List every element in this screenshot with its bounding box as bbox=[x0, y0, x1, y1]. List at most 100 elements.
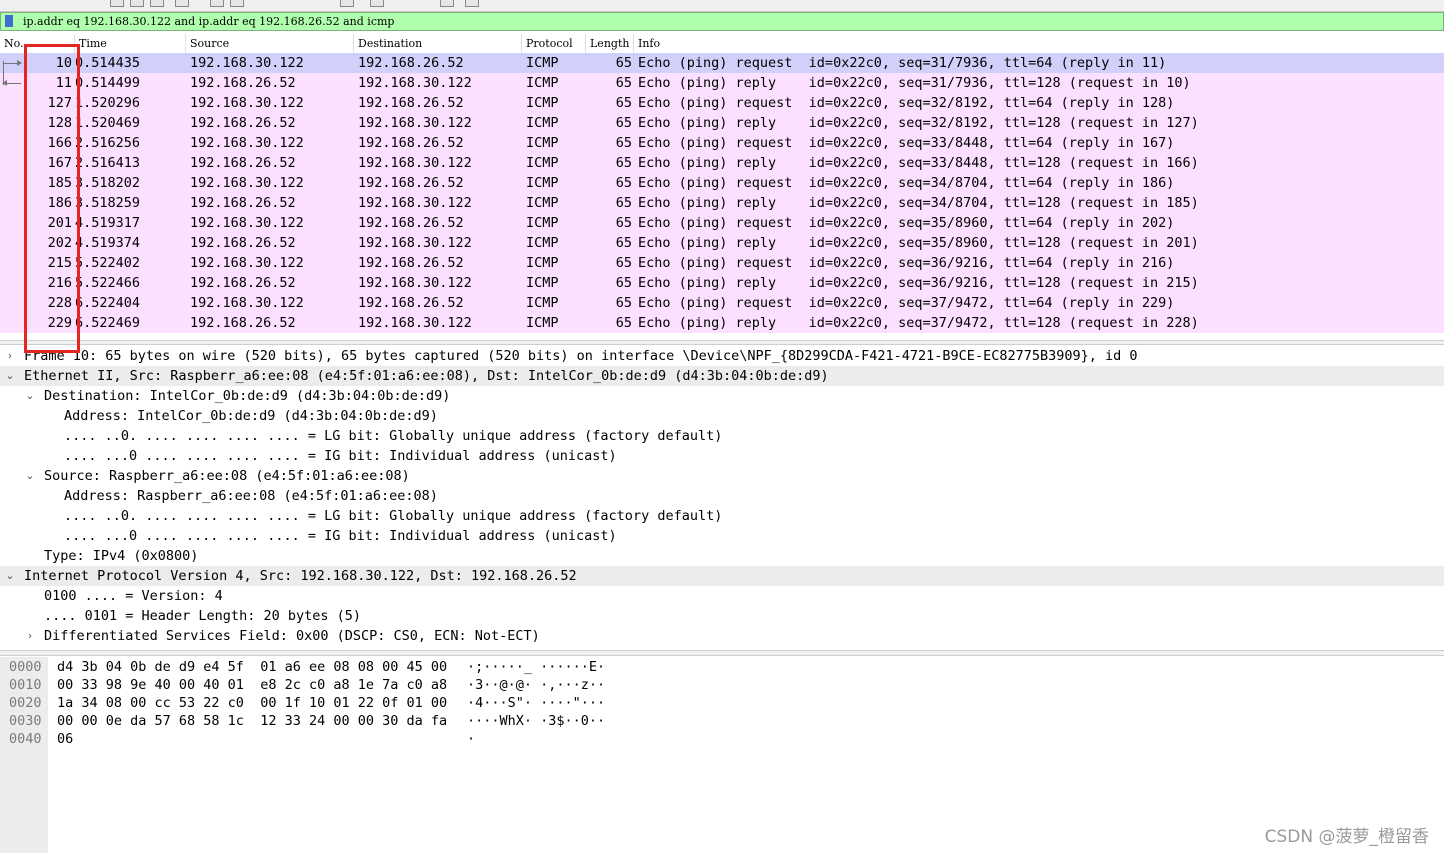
cell-length: 65 bbox=[615, 215, 632, 231]
bookmark-icon[interactable] bbox=[5, 15, 13, 27]
cell-time: 2.516256 bbox=[75, 135, 141, 151]
cell-info: Echo (ping) request id=0x22c0, seq=34/87… bbox=[638, 175, 1175, 191]
tree-item[interactable]: › Differentiated Services Field: 0x00 (DS… bbox=[0, 626, 1444, 646]
cell-info: Echo (ping) reply id=0x22c0, seq=34/8704… bbox=[638, 195, 1199, 211]
packet-row[interactable]: 10 0.514435 192.168.30.122 192.168.26.52 ICM… bbox=[0, 53, 1444, 73]
tree-item[interactable]: ⌄ Internet Protocol Version 4, Src: 192.1… bbox=[0, 566, 1444, 586]
packet-row[interactable]: 11 0.514499 192.168.26.52 192.168.30.122 ICM… bbox=[0, 73, 1444, 93]
column-header-protocol[interactable]: Protocol bbox=[522, 34, 586, 53]
cell-source: 192.168.26.52 bbox=[190, 155, 296, 171]
tree-item[interactable]: .... ...0 .... .... .... .... = IG bit: … bbox=[0, 526, 1444, 546]
tree-item[interactable]: › Frame 10: 65 bytes on wire (520 bits), … bbox=[0, 346, 1444, 366]
packet-row[interactable]: 127 1.520296 192.168.30.122 192.168.26.52 IC… bbox=[0, 93, 1444, 113]
save-file-icon[interactable] bbox=[130, 0, 144, 7]
tree-item[interactable]: .... ...0 .... .... .... .... = IG bit: … bbox=[0, 446, 1444, 466]
go-back-icon[interactable] bbox=[210, 0, 224, 7]
hex-row[interactable]: 0020 1a 34 08 00 cc 53 22 c0 00 1f 10 01 … bbox=[0, 694, 1444, 712]
cell-source: 192.168.30.122 bbox=[190, 215, 304, 231]
pane-splitter-bottom[interactable] bbox=[0, 650, 1444, 656]
cell-destination: 192.168.30.122 bbox=[358, 195, 472, 211]
cell-destination: 192.168.26.52 bbox=[358, 95, 464, 111]
packet-row[interactable]: 215 5.522402 192.168.30.122 192.168.26.52 IC… bbox=[0, 253, 1444, 273]
packet-row[interactable]: 229 6.522469 192.168.26.52 192.168.30.122 IC… bbox=[0, 313, 1444, 333]
tree-item[interactable]: ⌄ Ethernet II, Src: Raspberr_a6:ee:08 (e4… bbox=[0, 366, 1444, 386]
hex-row[interactable]: 0030 00 00 0e da 57 68 58 1c 12 33 24 00 … bbox=[0, 712, 1444, 730]
tree-item[interactable]: Address: Raspberr_a6:ee:08 (e4:5f:01:a6:… bbox=[0, 486, 1444, 506]
packet-row[interactable]: 166 2.516256 192.168.30.122 192.168.26.52 IC… bbox=[0, 133, 1444, 153]
cell-info: Echo (ping) request id=0x22c0, seq=32/81… bbox=[638, 95, 1175, 111]
zoom-in-icon[interactable] bbox=[440, 0, 454, 7]
tree-item[interactable]: ⌄ Destination: IntelCor_0b:de:d9 (d4:3b:0… bbox=[0, 386, 1444, 406]
packet-row[interactable]: 167 2.516413 192.168.26.52 192.168.30.122 IC… bbox=[0, 153, 1444, 173]
packet-row[interactable]: 201 4.519317 192.168.30.122 192.168.26.52 IC… bbox=[0, 213, 1444, 233]
tree-item-label: Address: Raspberr_a6:ee:08 (e4:5f:01:a6:… bbox=[64, 488, 438, 504]
colorize-icon[interactable] bbox=[340, 0, 354, 7]
column-header-length[interactable]: Length bbox=[586, 34, 634, 53]
cell-protocol: ICMP bbox=[526, 195, 559, 211]
chevron-down-icon[interactable]: ⌄ bbox=[4, 566, 16, 586]
cell-destination: 192.168.26.52 bbox=[358, 215, 464, 231]
column-header-source[interactable]: Source bbox=[186, 34, 354, 53]
cell-source: 192.168.26.52 bbox=[190, 235, 296, 251]
auto-scroll-icon[interactable] bbox=[370, 0, 384, 7]
cell-destination: 192.168.30.122 bbox=[358, 115, 472, 131]
cell-length: 65 bbox=[615, 315, 632, 331]
tree-item[interactable]: .... ..0. .... .... .... .... = LG bit: … bbox=[0, 506, 1444, 526]
cell-destination: 192.168.30.122 bbox=[358, 75, 472, 91]
tree-item-label: Internet Protocol Version 4, Src: 192.16… bbox=[24, 568, 577, 584]
go-forward-icon[interactable] bbox=[230, 0, 244, 7]
hex-ascii: · bbox=[467, 731, 476, 747]
resize-columns-icon[interactable] bbox=[465, 0, 479, 7]
packet-list: No. Time Source Destination Protocol Len… bbox=[0, 34, 1444, 340]
tree-item[interactable]: Type: IPv4 (0x0800) bbox=[0, 546, 1444, 566]
packet-details-tree: › Frame 10: 65 bytes on wire (520 bits), … bbox=[0, 346, 1444, 650]
cell-protocol: ICMP bbox=[526, 95, 559, 111]
cell-info: Echo (ping) request id=0x22c0, seq=36/92… bbox=[638, 255, 1175, 271]
cell-destination: 192.168.26.52 bbox=[358, 55, 464, 71]
cell-source: 192.168.26.52 bbox=[190, 275, 296, 291]
tree-item-label: Differentiated Services Field: 0x00 (DSC… bbox=[44, 628, 540, 644]
chevron-down-icon[interactable]: ⌄ bbox=[24, 466, 36, 486]
column-header-time[interactable]: Time bbox=[75, 34, 186, 53]
packet-list-header: No. Time Source Destination Protocol Len… bbox=[0, 34, 1444, 54]
main-toolbar bbox=[0, 0, 1444, 12]
tree-item[interactable]: ⌄ Source: Raspberr_a6:ee:08 (e4:5f:01:a6:… bbox=[0, 466, 1444, 486]
cell-source: 192.168.26.52 bbox=[190, 75, 296, 91]
packet-row[interactable]: 185 3.518202 192.168.30.122 192.168.26.52 IC… bbox=[0, 173, 1444, 193]
cell-protocol: ICMP bbox=[526, 275, 559, 291]
chevron-down-icon[interactable]: ⌄ bbox=[24, 386, 36, 406]
close-file-icon[interactable] bbox=[150, 0, 164, 7]
cell-info: Echo (ping) request id=0x22c0, seq=35/89… bbox=[638, 215, 1175, 231]
hex-row[interactable]: 0010 00 33 98 9e 40 00 40 01 e8 2c c0 a8 … bbox=[0, 676, 1444, 694]
tree-item[interactable]: .... 0101 = Header Length: 20 bytes (5) bbox=[0, 606, 1444, 626]
cell-info: Echo (ping) reply id=0x22c0, seq=36/9216… bbox=[638, 275, 1199, 291]
related-packets-indicator bbox=[0, 53, 24, 340]
reload-icon[interactable] bbox=[175, 0, 189, 7]
hex-bytes: 00 00 0e da 57 68 58 1c 12 33 24 00 00 3… bbox=[57, 713, 448, 729]
hex-row[interactable]: 0040 06 · bbox=[0, 730, 1444, 748]
chevron-down-icon[interactable]: ⌄ bbox=[4, 366, 16, 386]
column-header-info[interactable]: Info bbox=[634, 34, 1444, 53]
cell-length: 65 bbox=[615, 195, 632, 211]
packet-row[interactable]: 186 3.518259 192.168.26.52 192.168.30.122 IC… bbox=[0, 193, 1444, 213]
cell-info: Echo (ping) reply id=0x22c0, seq=35/8960… bbox=[638, 235, 1199, 251]
column-header-destination[interactable]: Destination bbox=[354, 34, 522, 53]
open-file-icon[interactable] bbox=[110, 0, 124, 7]
chevron-right-icon[interactable]: › bbox=[4, 346, 16, 366]
display-filter-input[interactable] bbox=[23, 13, 1423, 30]
pane-splitter-top[interactable] bbox=[0, 340, 1444, 345]
hex-row[interactable]: 0000 d4 3b 04 0b de d9 e4 5f 01 a6 ee 08 … bbox=[0, 658, 1444, 676]
hex-bytes: 00 33 98 9e 40 00 40 01 e8 2c c0 a8 1e 7… bbox=[57, 677, 448, 693]
cell-protocol: ICMP bbox=[526, 135, 559, 151]
tree-item-label: Frame 10: 65 bytes on wire (520 bits), 6… bbox=[24, 348, 1138, 364]
packet-row[interactable]: 216 5.522466 192.168.26.52 192.168.30.122 IC… bbox=[0, 273, 1444, 293]
tree-item-label: .... ...0 .... .... .... .... = IG bit: … bbox=[64, 528, 617, 544]
tree-item[interactable]: .... ..0. .... .... .... .... = LG bit: … bbox=[0, 426, 1444, 446]
chevron-right-icon[interactable]: › bbox=[24, 626, 36, 646]
tree-item[interactable]: Address: IntelCor_0b:de:d9 (d4:3b:04:0b:… bbox=[0, 406, 1444, 426]
cell-time: 6.522404 bbox=[75, 295, 141, 311]
packet-row[interactable]: 128 1.520469 192.168.26.52 192.168.30.122 IC… bbox=[0, 113, 1444, 133]
packet-row[interactable]: 228 6.522404 192.168.30.122 192.168.26.52 IC… bbox=[0, 293, 1444, 313]
packet-row[interactable]: 202 4.519374 192.168.26.52 192.168.30.122 IC… bbox=[0, 233, 1444, 253]
tree-item[interactable]: 0100 .... = Version: 4 bbox=[0, 586, 1444, 606]
